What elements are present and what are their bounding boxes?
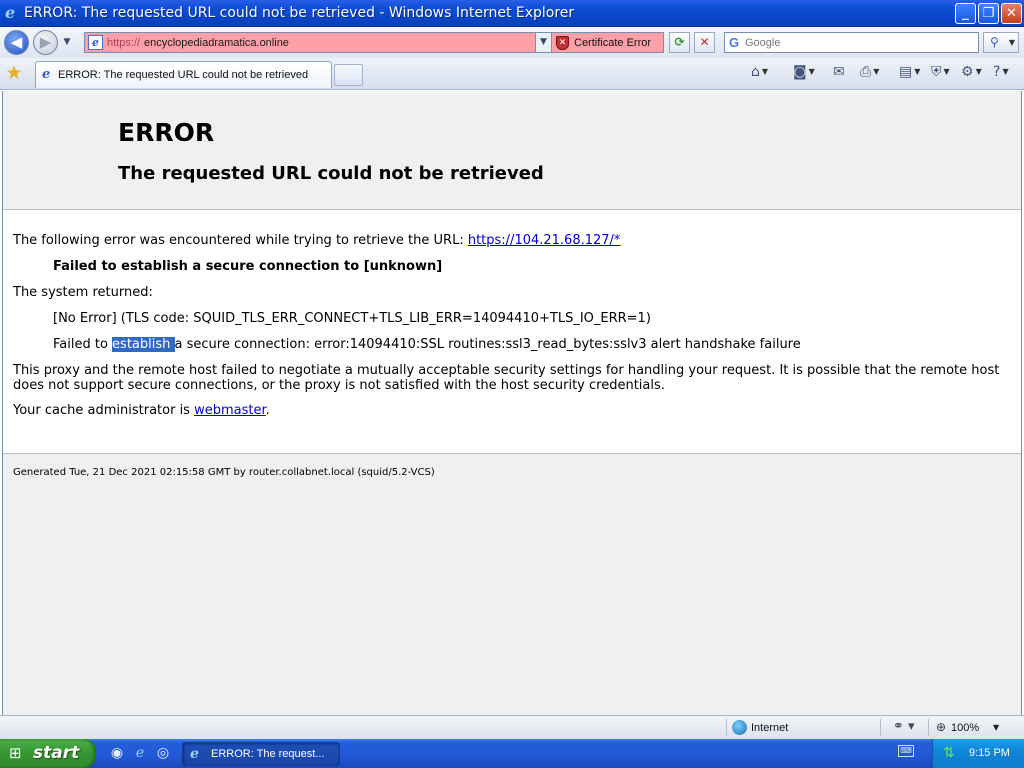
protected-mode-icon[interactable]: ⚭ ▾ <box>893 719 915 735</box>
clock[interactable]: 9:15 PM <box>969 747 1010 760</box>
home-button[interactable]: ⌂ ▼ <box>751 63 768 81</box>
network-icon[interactable]: ⇅ <box>943 745 955 761</box>
page-icon: e <box>88 35 103 50</box>
footer-region: Generated Tue, 21 Dec 2021 02:15:58 GMT … <box>3 453 1021 715</box>
chevron-down-icon: ▼ <box>1008 38 1015 47</box>
search-button[interactable]: ⚲ ▼ <box>983 32 1019 53</box>
search-input[interactable] <box>745 35 973 50</box>
tls-code-text: [No Error] (TLS code: SQUID_TLS_ERR_CONN… <box>53 311 651 326</box>
taskbar-window-label: ERROR: The request... <box>211 748 325 760</box>
windows-flag-icon: ⊞ <box>9 744 22 762</box>
quicklaunch-desktop-icon[interactable]: ◉ <box>108 744 126 762</box>
status-divider <box>928 719 929 736</box>
start-label: start <box>33 743 80 763</box>
mail-icon: ✉ <box>833 64 845 80</box>
ie-icon: e <box>190 746 199 762</box>
new-tab-button[interactable] <box>334 64 363 86</box>
error-title: ERROR <box>118 118 215 147</box>
ie-page-icon: e <box>42 67 51 82</box>
ie-icon: e <box>5 3 16 22</box>
system-tray: ⇅ 9:15 PM <box>932 739 1024 768</box>
read-mail-button[interactable]: ✉ <box>833 63 845 81</box>
url-link[interactable]: https://104.21.68.127/* <box>468 233 621 248</box>
taskbar-window-button[interactable]: e ERROR: The request... <box>182 742 340 766</box>
title-bar: e ERROR: The requested URL could not be … <box>0 0 1024 27</box>
system-returned-text: The system returned: <box>13 285 153 300</box>
ssl-error-suffix: a secure connection: error:14094410:SSL … <box>174 337 801 352</box>
magnifier-icon: ⚲ <box>990 35 999 49</box>
shield-error-icon: ✕ <box>556 36 569 50</box>
admin-text: Your cache administrator is <box>13 403 195 418</box>
recent-pages-dropdown[interactable]: ▼ <box>61 35 73 49</box>
quicklaunch-media-icon[interactable]: ◎ <box>154 744 172 762</box>
selected-text[interactable]: establish <box>112 337 175 352</box>
address-dropdown-icon[interactable]: ▼ <box>535 33 551 52</box>
globe-icon <box>732 720 747 735</box>
address-host: encyclopediadramatica.online <box>144 37 289 49</box>
admin-period: . <box>265 403 270 418</box>
certificate-error-label: Certificate Error <box>574 37 652 49</box>
print-button[interactable]: ⎙ ▼ <box>860 63 879 81</box>
zoom-level[interactable]: 100% <box>951 721 979 735</box>
shield-icon: ⛨ <box>931 64 942 80</box>
safety-button[interactable]: ⛨ ▼ <box>931 63 950 81</box>
intro-text: The following error was encountered whil… <box>13 233 468 248</box>
back-button[interactable]: ◀ <box>4 30 29 55</box>
favorites-star-icon[interactable]: ★ <box>4 63 24 83</box>
status-divider <box>880 719 881 736</box>
certificate-error-button[interactable]: ✕ Certificate Error <box>552 32 664 53</box>
tab-label: ERROR: The requested URL could not be re… <box>58 69 309 81</box>
page-viewport[interactable]: ERROR The requested URL could not be ret… <box>2 91 1022 715</box>
gear-icon: ⚙ <box>961 64 974 80</box>
home-icon: ⌂ <box>751 64 760 80</box>
start-button[interactable]: ⊞ start <box>0 739 96 768</box>
page-icon: ▤ <box>899 64 913 80</box>
zoom-icon[interactable]: ⊕ <box>936 719 946 735</box>
search-box[interactable]: G <box>724 32 979 53</box>
ssl-error-line: Failed to establish a secure connection:… <box>53 337 1024 352</box>
webmaster-link[interactable]: webmaster <box>194 403 266 418</box>
page-menu-button[interactable]: ▤ ▼ <box>899 63 920 81</box>
status-divider <box>726 719 727 736</box>
address-bar[interactable]: e https:// encyclopediadramatica.online … <box>84 32 552 53</box>
forward-button[interactable]: ▶ <box>33 30 58 55</box>
zoom-dropdown-icon[interactable]: ▼ <box>993 721 999 735</box>
ssl-error-prefix: Failed to <box>53 337 113 352</box>
window-title: ERROR: The requested URL could not be re… <box>24 5 575 21</box>
address-scheme: https:// <box>107 37 141 49</box>
tab-active[interactable]: e ERROR: The requested URL could not be … <box>35 61 332 88</box>
close-button[interactable]: ✕ <box>1001 3 1022 24</box>
rss-icon: ◙ <box>793 64 807 80</box>
admin-paragraph: Your cache administrator is webmaster. <box>13 403 1013 418</box>
error-header: ERROR The requested URL could not be ret… <box>3 91 1021 210</box>
explanation-text: This proxy and the remote host failed to… <box>13 363 1000 393</box>
quicklaunch-ie-icon[interactable]: e <box>131 744 149 762</box>
tools-button[interactable]: ⚙ ▼ <box>961 63 982 81</box>
help-icon: ? <box>993 64 1001 80</box>
error-subtitle: The requested URL could not be retrieved <box>118 163 544 184</box>
refresh-button[interactable]: ⟳ <box>669 32 690 53</box>
failed-secure-text: Failed to establish a secure connection … <box>53 259 443 274</box>
security-zone-label: Internet <box>751 722 789 734</box>
status-bar: Internet ⚭ ▾ ⊕ 100% ▼ <box>0 715 1024 739</box>
intro-paragraph: The following error was encountered whil… <box>13 233 1013 248</box>
minimize-button[interactable]: _ <box>955 3 976 24</box>
keyboard-icon[interactable]: ⌨ <box>898 745 914 757</box>
help-button[interactable]: ? ▼ <box>993 63 1009 81</box>
stop-button[interactable]: ✕ <box>694 32 715 53</box>
maximize-button[interactable]: ❐ <box>978 3 999 24</box>
generated-footer: Generated Tue, 21 Dec 2021 02:15:58 GMT … <box>13 467 435 478</box>
feeds-button[interactable]: ◙ ▼ <box>793 63 815 81</box>
printer-icon: ⎙ <box>860 64 872 80</box>
google-icon: G <box>729 35 740 50</box>
